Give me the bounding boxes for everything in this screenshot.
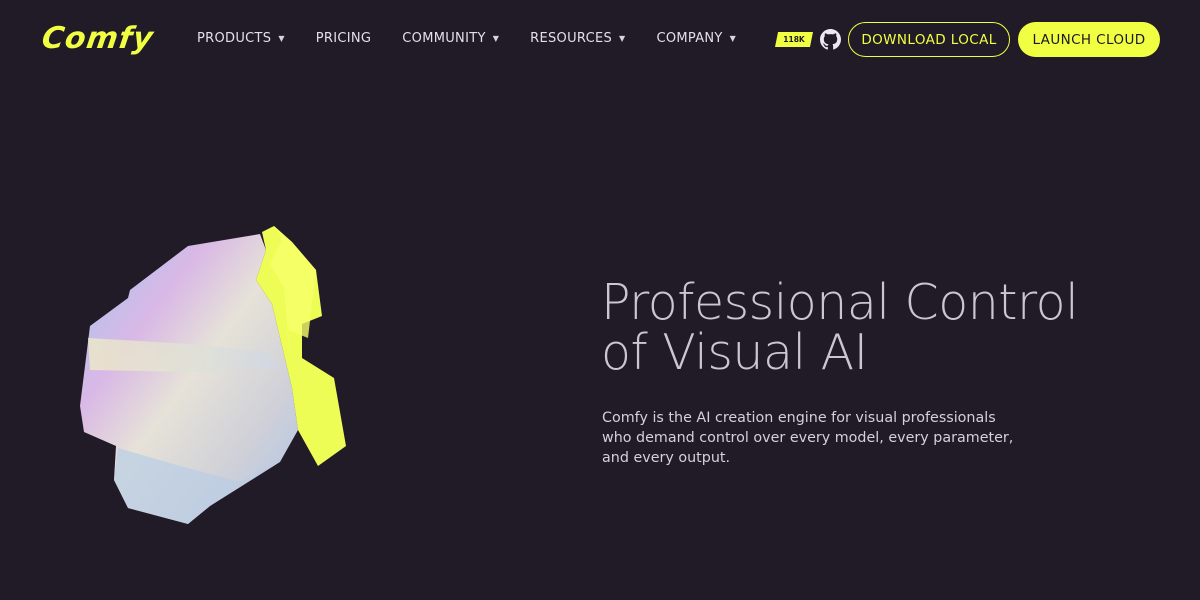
caret-down-icon: ▼ (729, 34, 737, 43)
nav-item-pricing[interactable]: PRICING (316, 31, 372, 46)
nav-item-resources[interactable]: RESOURCES ▼ (530, 31, 625, 46)
top-nav: Comfy PRODUCTS ▼ PRICING COMMUNITY ▼ RES… (0, 0, 1200, 80)
nav-item-label: PRICING (315, 31, 372, 46)
nav-item-products[interactable]: PRODUCTS ▼ (197, 31, 285, 46)
hero-subtitle: Comfy is the AI creation engine for visu… (602, 408, 1022, 468)
github-stars-badge[interactable]: 118K (775, 32, 813, 47)
nav-item-label: COMMUNITY (402, 31, 486, 46)
hero-subtitle-line: and every output. (602, 450, 731, 466)
nav-item-label: RESOURCES (530, 31, 613, 46)
hero-3d-logo-graphic (70, 220, 360, 530)
nav-item-label: COMPANY (656, 31, 723, 46)
comfy-logo[interactable]: Comfy (39, 20, 162, 58)
logo-wordmark: Comfy (39, 21, 157, 56)
main-menu: PRODUCTS ▼ PRICING COMMUNITY ▼ RESOURCES… (197, 31, 736, 46)
nav-item-label: PRODUCTS (197, 31, 272, 46)
hero-title-line: of Visual AI (601, 324, 868, 381)
hero-title-line: Professional Control (601, 274, 1079, 331)
download-local-button[interactable]: DOWNLOAD LOCAL (848, 22, 1010, 57)
caret-down-icon: ▼ (492, 34, 500, 43)
github-icon[interactable] (820, 29, 841, 50)
nav-item-community[interactable]: COMMUNITY ▼ (402, 31, 499, 46)
caret-down-icon: ▼ (278, 34, 285, 43)
nav-item-company[interactable]: COMPANY ▼ (656, 31, 736, 46)
caret-down-icon: ▼ (619, 34, 626, 43)
hero-subtitle-line: Comfy is the AI creation engine for visu… (602, 410, 996, 426)
hero-subtitle-line: who demand control over every model, eve… (602, 430, 1014, 446)
hero-title: Professional Control of Visual AI (601, 278, 1181, 378)
launch-cloud-button[interactable]: LAUNCH CLOUD (1018, 22, 1160, 57)
